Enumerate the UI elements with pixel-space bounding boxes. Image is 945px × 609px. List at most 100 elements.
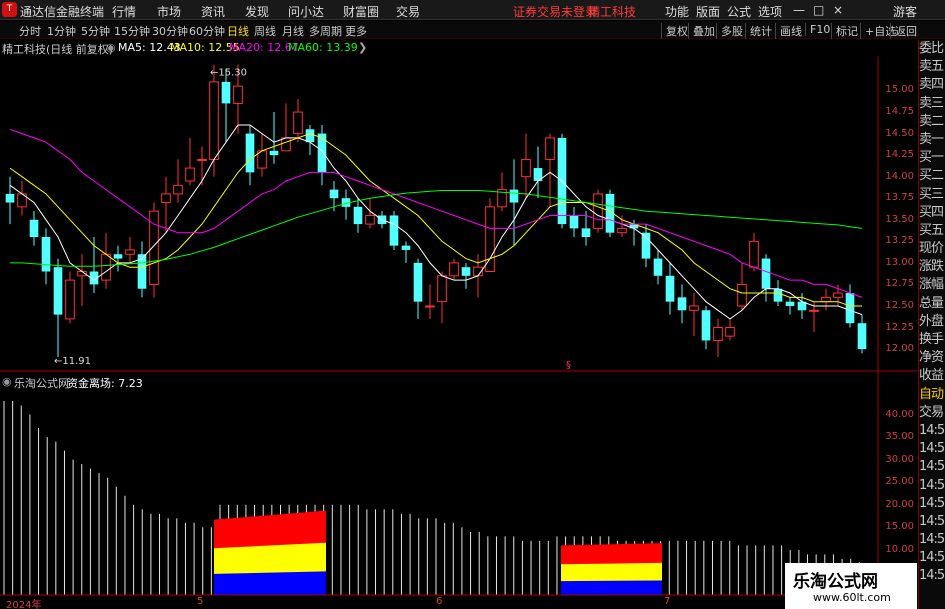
- menu-jiaoyi[interactable]: 交易: [396, 3, 420, 20]
- period-more[interactable]: 更多: [345, 23, 367, 39]
- menu-gongshi[interactable]: 公式: [727, 3, 751, 20]
- rp-earnings: 收益: [919, 368, 944, 384]
- minimize-button[interactable]: —: [793, 3, 805, 17]
- stock-name: 精工科技: [588, 5, 637, 19]
- candle-body: [365, 214, 375, 225]
- sub-legend-icon[interactable]: ◉: [2, 375, 12, 388]
- rp-buy4[interactable]: 买四: [919, 204, 945, 222]
- rp-tick-time: 14:56: [919, 441, 945, 457]
- rp-tick-time: 14:56: [919, 477, 945, 493]
- candle-body: [125, 249, 135, 255]
- menu-banmian[interactable]: 版面: [696, 3, 720, 20]
- ma60-label: MA60: 13.39: [288, 41, 358, 54]
- rp-trade-tab[interactable]: 交易: [919, 404, 945, 422]
- biaoji-button[interactable]: 标记: [831, 23, 858, 39]
- period-monthly[interactable]: 月线: [282, 23, 304, 39]
- guest-user[interactable]: 游客: [893, 3, 917, 20]
- menu-xuanxiang[interactable]: 选项: [758, 3, 782, 20]
- candle-body: [785, 301, 795, 306]
- price-tick-label: 13.75: [885, 192, 914, 204]
- indicator-value: 资金离场: 7.23: [67, 377, 143, 390]
- rp-sell3[interactable]: 卖三: [919, 95, 945, 113]
- rp-buy2[interactable]: 买二: [919, 167, 945, 185]
- rp-sell5[interactable]: 卖五: [919, 58, 945, 76]
- indicator-tick-label: 25.00: [885, 476, 914, 488]
- fuquan-button[interactable]: 复权: [661, 23, 688, 39]
- period-15min[interactable]: 15分钟: [114, 23, 150, 39]
- menu-hangqing[interactable]: 行情: [112, 3, 136, 20]
- period-5min[interactable]: 5分钟: [81, 23, 110, 39]
- back-button[interactable]: 返回: [890, 23, 917, 39]
- candle-body: [65, 279, 75, 320]
- candle-body: [653, 258, 663, 276]
- candle-body: [245, 133, 255, 173]
- main-chart-title: 精工科技(日线 前复权): [2, 43, 114, 56]
- candle-body: [5, 193, 15, 203]
- menu-zixun[interactable]: 资讯: [201, 3, 225, 20]
- maximize-button[interactable]: □: [813, 3, 824, 17]
- menu-wenxiaoda[interactable]: 问小达: [288, 3, 324, 20]
- period-30min[interactable]: 30分钟: [152, 23, 188, 39]
- candle-body: [209, 81, 219, 160]
- candle-body: [773, 288, 783, 302]
- price-tick-label: 13.00: [885, 256, 914, 268]
- period-multi[interactable]: 多周期: [309, 23, 342, 39]
- menu-caifuquan[interactable]: 财富圈: [343, 3, 379, 20]
- rp-sell2[interactable]: 卖二: [919, 113, 945, 131]
- huaxian-button[interactable]: 画线: [775, 23, 802, 39]
- max-price-label: ←15.30: [210, 68, 247, 79]
- tongji-button[interactable]: 统计: [745, 23, 772, 39]
- legend-arrow-icon[interactable]: ❯: [358, 41, 367, 54]
- rp-sell4[interactable]: 卖四: [919, 76, 945, 94]
- rp-buy1[interactable]: 买一: [919, 149, 945, 167]
- indicator-chart[interactable]: [0, 372, 918, 609]
- menu-faxian[interactable]: 发现: [245, 3, 269, 20]
- indicator-tick-label: 15.00: [885, 521, 914, 533]
- price-tick-label: 12.75: [885, 278, 914, 290]
- rp-volume: 总量: [919, 295, 944, 311]
- candle-body: [221, 81, 231, 104]
- date-label-6: 6: [436, 596, 443, 607]
- period-weekly[interactable]: 周线: [254, 23, 276, 39]
- period-1min[interactable]: 1分钟: [47, 23, 76, 39]
- price-tick-label: 14.25: [885, 149, 914, 161]
- indicator-tick-label: 40.00: [885, 408, 914, 420]
- rp-sell1[interactable]: 卖一: [919, 131, 945, 149]
- legend-toggle-icon[interactable]: ◉: [106, 41, 116, 54]
- f10-button[interactable]: F10: [805, 23, 830, 36]
- candle-body: [677, 297, 687, 311]
- rp-buy3[interactable]: 买三: [919, 186, 945, 204]
- rp-change-pct: 涨幅: [919, 277, 944, 293]
- candle-body: [353, 206, 363, 225]
- menu-shichang[interactable]: 市场: [157, 3, 181, 20]
- candle-body: [713, 327, 723, 341]
- app-title: 通达信金融终端: [20, 5, 105, 19]
- candle-body: [845, 293, 855, 324]
- rp-auto-tab[interactable]: 自动: [919, 386, 945, 404]
- candle-body: [689, 305, 699, 311]
- rp-price: 现价: [919, 241, 944, 257]
- fund-block-1: [214, 510, 326, 595]
- rp-netasset: 净资: [919, 350, 944, 366]
- diejia-button[interactable]: 叠加: [688, 23, 715, 39]
- period-daily[interactable]: 日线: [227, 23, 249, 39]
- period-60min[interactable]: 60分钟: [189, 23, 225, 39]
- close-button[interactable]: ×: [833, 3, 843, 17]
- rp-turnover: 换手: [919, 332, 944, 347]
- candle-body: [317, 133, 327, 173]
- candle-body: [617, 227, 627, 234]
- period-fenshi[interactable]: 分时: [19, 23, 41, 39]
- candle-body: [809, 309, 819, 312]
- candle-body: [665, 275, 675, 302]
- date-label-5: 5: [197, 596, 204, 607]
- candle-body: [329, 189, 339, 199]
- rp-weibi[interactable]: 委比: [919, 40, 945, 58]
- candle-body: [485, 206, 495, 272]
- menu-gongneng[interactable]: 功能: [665, 3, 689, 20]
- trade-login-notice[interactable]: 证券交易未登录: [513, 3, 597, 20]
- candle-body: [185, 167, 195, 182]
- duogu-button[interactable]: 多股: [716, 23, 743, 39]
- candlestick-chart[interactable]: ←15.30 ←11.91 §: [0, 56, 918, 370]
- rp-buy5[interactable]: 买五: [919, 222, 945, 240]
- candle-body: [401, 245, 411, 250]
